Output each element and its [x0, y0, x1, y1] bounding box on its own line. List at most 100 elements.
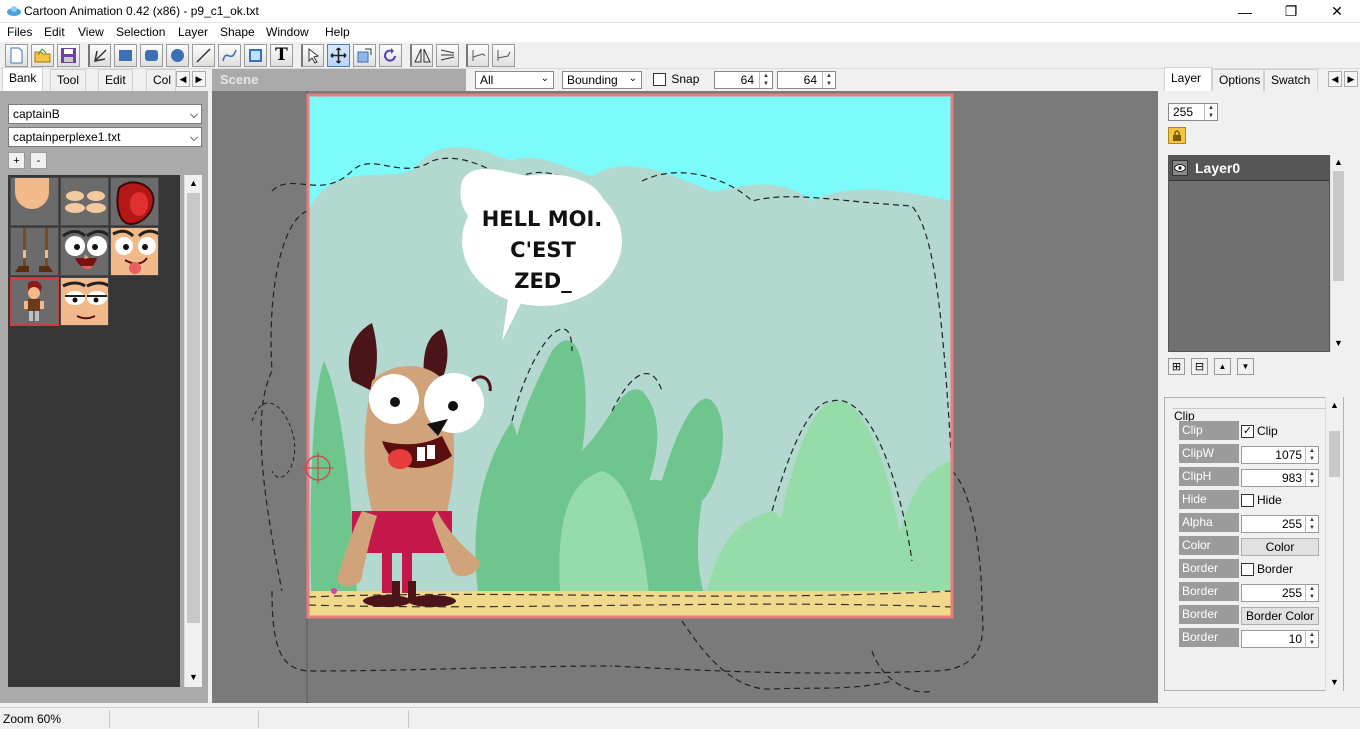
tab-color[interactable]: Col	[146, 69, 176, 91]
prop-checkbox[interactable]: ✓ Clip	[1241, 424, 1278, 439]
menu-layer[interactable]: Layer	[178, 25, 208, 39]
anchor-point[interactable]	[331, 588, 337, 594]
close-button[interactable]: ✕	[1314, 0, 1360, 23]
move-tool[interactable]	[327, 44, 350, 67]
spin-arrows-icon[interactable]: ▲ ▼	[759, 72, 772, 88]
text-tool[interactable]: T	[270, 44, 293, 67]
minimize-button[interactable]: —	[1222, 0, 1268, 23]
layer-scrollbar[interactable]: ▲ ▼	[1330, 155, 1346, 352]
select-tool[interactable]	[301, 44, 324, 67]
props-scrollbar[interactable]: ▲ ▼	[1325, 397, 1343, 691]
bank-scroll-thumb[interactable]	[187, 193, 200, 623]
menu-help[interactable]: Help	[325, 25, 350, 39]
layer-alpha-field[interactable]: 255 ▲ ▼	[1168, 103, 1218, 121]
image-tool[interactable]	[244, 44, 267, 67]
thumbnail-hat[interactable]	[110, 177, 159, 226]
menu-selection[interactable]: Selection	[116, 25, 165, 39]
spin-arrows-icon[interactable]: ▲ ▼	[1305, 516, 1318, 532]
prop-number-field[interactable]: 983 ▲ ▼	[1241, 469, 1319, 487]
thumbnail-face-tired[interactable]	[60, 277, 109, 326]
scroll-down-icon[interactable]: ▼	[189, 672, 198, 682]
menu-view[interactable]: View	[78, 25, 104, 39]
prop-number-field[interactable]: 1075 ▲ ▼	[1241, 446, 1319, 464]
scroll-up-icon[interactable]: ▲	[1330, 400, 1339, 410]
thumbnail-eyes[interactable]	[60, 177, 109, 226]
tab-scroll-right[interactable]: ▶	[1344, 71, 1358, 87]
prop-number-field[interactable]: 10 ▲ ▼	[1241, 630, 1319, 648]
menu-shape[interactable]: Shape	[220, 25, 255, 39]
spin-arrows-icon[interactable]: ▲ ▼	[1305, 447, 1318, 463]
layer-row[interactable]: Layer0	[1169, 156, 1329, 181]
tab-scroll-left[interactable]: ◀	[176, 71, 190, 87]
checkbox-empty-icon[interactable]	[1241, 563, 1254, 577]
menu-edit[interactable]: Edit	[44, 25, 65, 39]
spin-arrows-icon[interactable]: ▲ ▼	[1204, 104, 1217, 120]
flip-tool[interactable]	[410, 44, 433, 67]
menu-window[interactable]: Window	[266, 25, 309, 39]
skew-tool[interactable]	[436, 44, 459, 67]
scroll-up-icon[interactable]: ▲	[189, 178, 198, 188]
resize-tool[interactable]	[353, 44, 376, 67]
file-combo[interactable]: captainperplexe1.txt	[8, 127, 202, 147]
layer-down-button[interactable]: ▼	[1237, 358, 1254, 375]
thumbnail-face-surprised[interactable]	[60, 227, 109, 276]
line-tool[interactable]	[192, 44, 215, 67]
scene-tab[interactable]: Scene	[212, 69, 466, 91]
snap-x-field[interactable]: 64 ▲ ▼	[714, 71, 773, 89]
tab-edit[interactable]: Edit	[98, 69, 133, 91]
snap-checkbox[interactable]: Snap	[653, 72, 699, 87]
bank-scrollbar[interactable]: ▲ ▼	[184, 175, 202, 687]
tab-tool[interactable]: Tool	[50, 69, 87, 91]
curve-tool[interactable]	[218, 44, 241, 67]
open-button[interactable]	[31, 44, 54, 67]
thumbnail-legs[interactable]	[10, 227, 59, 276]
ellipse-tool[interactable]	[166, 44, 189, 67]
scene-canvas[interactable]: HELL MOI. C'EST ZED_	[212, 91, 1158, 703]
prop-button[interactable]: Border Color	[1241, 607, 1319, 625]
thumbnail-head[interactable]	[10, 177, 59, 226]
rectangle-tool[interactable]	[114, 44, 137, 67]
remove-bank-button[interactable]: -	[30, 152, 47, 169]
spin-arrows-icon[interactable]: ▲ ▼	[822, 72, 835, 88]
rotate-tool[interactable]	[379, 44, 402, 67]
spin-arrows-icon[interactable]: ▲ ▼	[1305, 585, 1318, 601]
add-layer-button[interactable]: ⊞	[1168, 358, 1185, 375]
filter-select[interactable]: All ⌄	[475, 71, 554, 89]
props-scroll-thumb[interactable]	[1329, 431, 1340, 477]
thumbnail-captain-full[interactable]	[10, 277, 59, 326]
character-combo[interactable]: captainB	[8, 104, 202, 124]
spin-arrows-icon[interactable]: ▲ ▼	[1305, 631, 1318, 647]
bone-add-tool[interactable]	[466, 44, 489, 67]
prop-button[interactable]: Color	[1241, 538, 1319, 556]
save-button[interactable]	[57, 44, 80, 67]
pen-tool[interactable]	[88, 44, 111, 67]
snap-y-field[interactable]: 64 ▲ ▼	[777, 71, 836, 89]
prop-number-field[interactable]: 255 ▲ ▼	[1241, 584, 1319, 602]
checkbox-checked-icon[interactable]: ✓	[1241, 425, 1254, 439]
scroll-up-icon[interactable]: ▲	[1334, 157, 1343, 167]
layer-up-button[interactable]: ▲	[1214, 358, 1231, 375]
maximize-button[interactable]: ❐	[1268, 0, 1314, 23]
tab-options[interactable]: Options	[1212, 69, 1264, 91]
menu-files[interactable]: Files	[7, 25, 32, 39]
add-bank-button[interactable]: +	[8, 152, 25, 169]
rounded-rect-tool[interactable]	[140, 44, 163, 67]
tab-layer[interactable]: Layer	[1164, 67, 1212, 91]
new-file-button[interactable]	[5, 44, 28, 67]
thumbnail-face-tongue[interactable]	[110, 227, 159, 276]
layer-visibility-toggle[interactable]	[1172, 160, 1188, 176]
mode-select[interactable]: Bounding ⌄	[562, 71, 642, 89]
checkbox-empty-icon[interactable]	[1241, 494, 1254, 508]
prop-checkbox[interactable]: Hide	[1241, 493, 1282, 508]
layer-scroll-thumb[interactable]	[1333, 171, 1344, 281]
lock-button[interactable]	[1168, 127, 1186, 144]
bone-remove-tool[interactable]	[492, 44, 515, 67]
scroll-down-icon[interactable]: ▼	[1330, 677, 1339, 687]
prop-checkbox[interactable]: Border	[1241, 562, 1293, 577]
remove-layer-button[interactable]: ⊟	[1191, 358, 1208, 375]
snap-check-box[interactable]	[653, 73, 666, 87]
tab-swatch[interactable]: Swatch	[1264, 69, 1318, 91]
tab-bank[interactable]: Bank	[2, 67, 44, 91]
tab-scroll-right[interactable]: ▶	[192, 71, 206, 87]
prop-number-field[interactable]: 255 ▲ ▼	[1241, 515, 1319, 533]
